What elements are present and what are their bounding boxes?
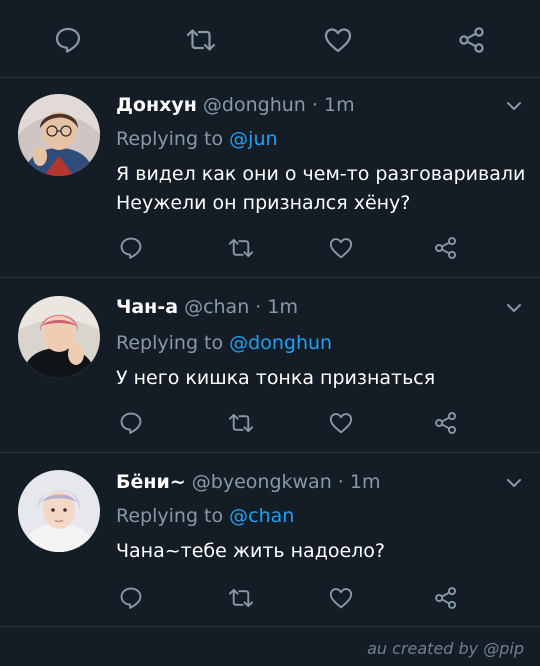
header-separator: ·: [255, 296, 262, 318]
author-handle[interactable]: @chan: [184, 296, 249, 318]
reply-icon: [120, 412, 142, 434]
tweet-text-line: У него кишка тонка признаться: [116, 367, 436, 389]
tweet-text: У него кишка тонка признаться: [116, 364, 526, 393]
watermark-credit: au created by @pip: [367, 639, 524, 658]
tweet-text: Чана~тебе жить надоело?: [116, 537, 526, 566]
replying-to-line: Replying to @chan: [116, 503, 294, 529]
tweet-text-line: Чана~тебе жить надоело?: [116, 540, 385, 562]
retweet-button[interactable]: [184, 23, 218, 57]
header-separator: ·: [337, 471, 344, 493]
reply-button[interactable]: [114, 581, 148, 615]
chevron-down-icon: [507, 479, 521, 487]
share-icon: [435, 412, 457, 434]
avatar-image: [18, 94, 100, 176]
replying-to-label: Replying to: [116, 128, 224, 150]
like-icon: [324, 28, 352, 53]
avatar[interactable]: [18, 470, 100, 552]
replying-to-label: Replying to: [116, 332, 224, 354]
reply-icon: [120, 237, 142, 259]
like-icon: [329, 588, 353, 609]
reply-button[interactable]: [51, 23, 85, 57]
retweet-icon: [186, 29, 216, 51]
tweet-text-line: Я видел как они о чем-то разговаривали: [116, 163, 526, 185]
tweet-header: Бёни~ @byeongkwan · 1m: [116, 469, 380, 495]
like-button[interactable]: [324, 581, 358, 615]
more-options-button[interactable]: [504, 473, 524, 493]
like-button[interactable]: [324, 406, 358, 440]
avatar-image: [18, 470, 100, 552]
replying-to-label: Replying to: [116, 505, 224, 527]
chevron-down-icon: [507, 304, 521, 312]
like-button[interactable]: [321, 23, 355, 57]
retweet-button[interactable]: [224, 406, 258, 440]
reply-button[interactable]: [114, 231, 148, 265]
tweet-byeongkwan: Бёни~ @byeongkwan · 1m Replying to @chan…: [0, 453, 540, 625]
tweet-text: Я видел как они о чем-то разговаривали Н…: [116, 160, 526, 218]
share-icon: [459, 27, 484, 53]
replying-to-line: Replying to @jun: [116, 126, 278, 152]
avatar[interactable]: [18, 94, 100, 176]
share-button[interactable]: [429, 406, 463, 440]
author-handle[interactable]: @byeongkwan: [192, 471, 332, 493]
reply-icon: [120, 587, 142, 609]
share-icon: [435, 587, 457, 609]
share-button[interactable]: [455, 23, 489, 57]
retweet-button[interactable]: [224, 581, 258, 615]
like-button[interactable]: [324, 231, 358, 265]
like-icon: [329, 238, 353, 259]
tweet-chan: Чан-а @chan · 1m Replying to @donghun У …: [0, 278, 540, 450]
author-handle[interactable]: @donghun: [203, 94, 306, 116]
chevron-down-icon: [507, 102, 521, 110]
author-name[interactable]: Бёни~: [116, 471, 186, 493]
more-options-button[interactable]: [504, 298, 524, 318]
timestamp[interactable]: 1m: [267, 296, 298, 318]
tweet-donghun: Донхун @donghun · 1m Replying to @jun Я …: [0, 78, 540, 274]
timestamp[interactable]: 1m: [324, 94, 355, 116]
tweet-action-row: [0, 231, 540, 265]
reply-target-link[interactable]: @donghun: [229, 332, 332, 354]
share-button[interactable]: [429, 581, 463, 615]
top-action-row: [0, 23, 540, 57]
retweet-icon: [228, 588, 254, 608]
tweet-action-row: [0, 581, 540, 615]
replying-to-line: Replying to @donghun: [116, 330, 332, 356]
reply-button[interactable]: [114, 406, 148, 440]
tweet-header: Чан-а @chan · 1m: [116, 294, 298, 320]
divider: [0, 626, 540, 627]
tweet-text-line: Неужели он признался хёну?: [116, 192, 411, 214]
share-button[interactable]: [429, 231, 463, 265]
avatar[interactable]: [18, 296, 100, 378]
retweet-icon: [228, 413, 254, 433]
author-name[interactable]: Чан-а: [116, 296, 178, 318]
header-separator: ·: [311, 94, 318, 116]
reply-target-link[interactable]: @chan: [229, 505, 294, 527]
more-options-button[interactable]: [504, 96, 524, 116]
author-name[interactable]: Донхун: [116, 94, 197, 116]
avatar-image: [18, 296, 100, 378]
reply-target-link[interactable]: @jun: [229, 128, 277, 150]
tweet-action-row: [0, 406, 540, 440]
share-icon: [435, 237, 457, 259]
timestamp[interactable]: 1m: [350, 471, 381, 493]
like-icon: [329, 413, 353, 434]
tweet-header: Донхун @donghun · 1m: [116, 92, 355, 118]
retweet-button[interactable]: [224, 231, 258, 265]
retweet-icon: [228, 238, 254, 258]
reply-icon: [55, 27, 81, 53]
